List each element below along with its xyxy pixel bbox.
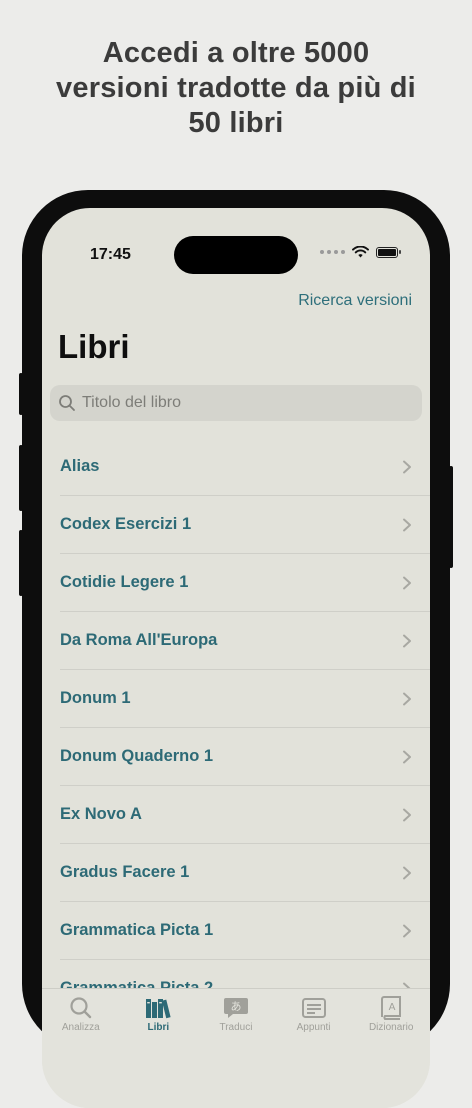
book-title: Ex Novo A — [60, 805, 142, 823]
search-input[interactable] — [80, 393, 404, 413]
volume-up-button — [19, 445, 23, 511]
tab-bar: Analizza Libri あ Traduci Appunti A Dizio… — [42, 988, 430, 1108]
promo-headline-line-1: Accedi a oltre 5000 — [102, 37, 370, 69]
phone-frame: 17:45 Ricerca versioni Libri Alias — [19, 190, 453, 1108]
book-list-item[interactable]: Da Roma All'Europa — [60, 612, 430, 670]
battery-icon — [376, 246, 401, 258]
tab-traduci[interactable]: あ Traduci — [197, 989, 275, 1108]
tab-appunti[interactable]: Appunti — [275, 989, 353, 1108]
book-list-item[interactable]: Alias — [60, 438, 430, 496]
book-title: Codex Esercizi 1 — [60, 515, 192, 533]
search-icon — [59, 395, 75, 411]
chevron-right-icon — [403, 518, 411, 531]
book-list-item[interactable]: Codex Esercizi 1 — [60, 496, 430, 554]
chevron-right-icon — [403, 576, 411, 589]
book-list-item[interactable]: Cotidie Legere 1 — [60, 554, 430, 612]
search-icon — [70, 997, 91, 1019]
signal-icon — [320, 250, 345, 254]
book-title: Grammatica Picta 1 — [60, 921, 214, 939]
book-title: Donum 1 — [60, 689, 131, 707]
silent-switch — [19, 373, 23, 415]
book-list-item[interactable]: Gradus Facere 1 — [60, 844, 430, 902]
book-title: Da Roma All'Europa — [60, 631, 218, 649]
tab-dizionario[interactable]: A Dizionario — [352, 989, 430, 1108]
book-list-item[interactable]: Ex Novo A — [60, 786, 430, 844]
status-indicators — [320, 246, 401, 258]
books-icon — [146, 999, 171, 1019]
dictionary-icon: A — [381, 996, 402, 1020]
dynamic-island — [174, 236, 298, 274]
translate-icon: あ — [223, 998, 248, 1018]
book-title: Cotidie Legere 1 — [60, 573, 189, 591]
chevron-right-icon — [403, 634, 411, 647]
notes-icon — [301, 998, 326, 1018]
search-versions-button[interactable]: Ricerca versioni — [298, 292, 412, 310]
book-list-item[interactable]: Donum 1 — [60, 670, 430, 728]
phone-screen: 17:45 Ricerca versioni Libri Alias — [42, 208, 430, 1108]
book-list: Alias Codex Esercizi 1 Cotidie Legere 1 … — [42, 438, 430, 1018]
chevron-right-icon — [403, 808, 411, 821]
chevron-right-icon — [403, 692, 411, 705]
book-title: Gradus Facere 1 — [60, 863, 190, 881]
chevron-right-icon — [403, 924, 411, 937]
volume-down-button — [19, 530, 23, 596]
chevron-right-icon — [403, 750, 411, 763]
book-title: Alias — [60, 457, 100, 475]
page-title: Libri — [58, 328, 130, 365]
promo-headline-line-3: 50 libri — [188, 107, 284, 139]
promo-headline-line-2: versioni tradotte da più di — [56, 72, 416, 104]
tab-libri[interactable]: Libri — [120, 989, 198, 1108]
tab-analizza[interactable]: Analizza — [42, 989, 120, 1108]
power-button — [449, 466, 453, 568]
promo-headline: Accedi a oltre 5000 versioni tradotte da… — [0, 36, 472, 141]
svg-text:A: A — [389, 1002, 396, 1013]
svg-text:あ: あ — [230, 1000, 241, 1013]
book-list-item[interactable]: Donum Quaderno 1 — [60, 728, 430, 786]
status-time: 17:45 — [90, 246, 131, 263]
chevron-right-icon — [403, 866, 411, 879]
chevron-right-icon — [403, 460, 411, 473]
book-list-item[interactable]: Grammatica Picta 1 — [60, 902, 430, 960]
wifi-icon — [352, 246, 369, 258]
book-title: Donum Quaderno 1 — [60, 747, 214, 765]
search-bar[interactable] — [50, 385, 422, 421]
